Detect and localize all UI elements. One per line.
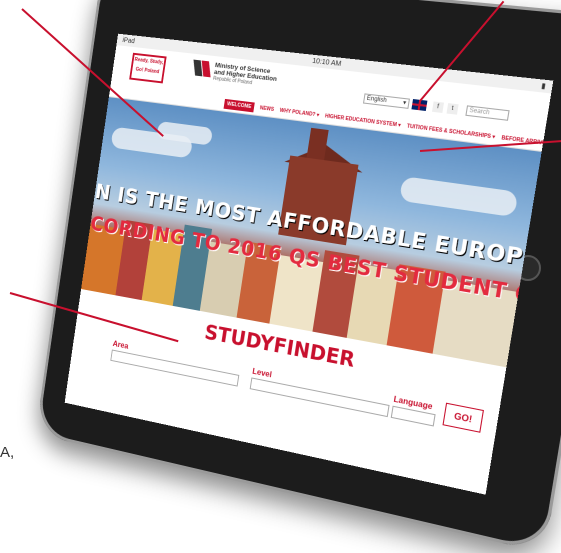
go-button[interactable]: GO! (442, 402, 484, 433)
area-label: Area (112, 339, 129, 351)
nav-item-news[interactable]: NEWS (259, 105, 274, 113)
ministry-logo-icon (193, 59, 212, 78)
search-input[interactable]: Search (465, 105, 510, 121)
side-text: A, (0, 444, 15, 461)
status-carrier: iPad (122, 36, 136, 45)
level-select[interactable] (249, 377, 390, 418)
language-select-value: English (366, 95, 387, 105)
cloud-shape (399, 176, 519, 218)
chevron-down-icon: ▼ (401, 99, 408, 107)
status-time: 10:10 AM (311, 57, 342, 68)
area-select[interactable] (110, 349, 240, 387)
nav-item-welcome[interactable]: WELCOME (223, 98, 255, 113)
ministry-name: Ministry of Science and Higher Education… (212, 62, 278, 87)
facebook-icon[interactable]: f (431, 101, 444, 113)
tablet-device: iPad 10:10 AM ▮ Ready, Study, Go! Poland… (0, 0, 561, 553)
site-logo[interactable]: Ready, Study, Go! Poland (129, 52, 167, 84)
battery-icon: ▮ (540, 82, 547, 91)
twitter-icon[interactable]: t (446, 103, 459, 115)
nav-item-why-poland[interactable]: WHY POLAND? ▾ (279, 108, 319, 119)
language-select[interactable]: English ▼ (362, 93, 410, 109)
